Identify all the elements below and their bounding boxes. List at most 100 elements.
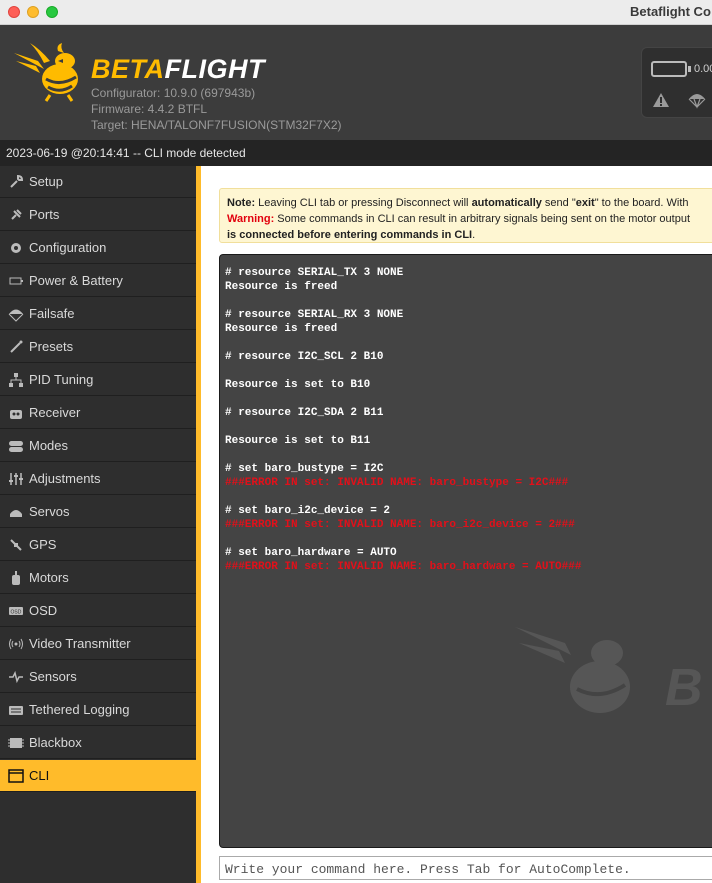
betaflight-bee-logo-icon xyxy=(14,43,78,102)
note-text: send " xyxy=(541,197,576,209)
sidebar-item-label: Configuration xyxy=(29,240,107,255)
sidebar-item-label: Ports xyxy=(29,207,60,222)
sidebar-item-label: GPS xyxy=(29,537,57,552)
window-titlebar: Betaflight Co xyxy=(0,0,712,25)
cli-error-line: ###ERROR IN set: INVALID NAME: baro_bust… xyxy=(225,477,569,489)
pulse-icon xyxy=(8,669,24,685)
sidebar-item-label: Presets xyxy=(29,339,74,354)
cli-output-line: Resource is freed xyxy=(225,281,338,293)
brand-part-beta: BETA xyxy=(91,54,165,84)
note-text: " to the board. With xyxy=(594,197,689,209)
maximize-window-button[interactable] xyxy=(46,6,58,18)
sidebar-item-receiver[interactable]: Receiver xyxy=(0,397,196,429)
warning-text: Some commands in CLI can result in arbit… xyxy=(274,213,691,225)
cli-note-banner: Note: Leaving CLI tab or pressing Discon… xyxy=(219,188,712,243)
sidebar-item-gps[interactable]: GPS xyxy=(0,529,196,561)
sidebar-item-tethered-logging[interactable]: Tethered Logging xyxy=(0,694,196,726)
sidebar-item-label: Tethered Logging xyxy=(29,702,130,717)
configurator-version: Configurator: 10.9.0 (697943b) xyxy=(91,86,256,100)
sensor-status-panel: 0.00 xyxy=(641,47,712,118)
sidebar-item-ports[interactable]: Ports xyxy=(0,199,196,231)
sidebar-nav: Setup Ports Configuration Power & Battery Fa… xyxy=(0,166,196,883)
battery-icon xyxy=(651,61,691,77)
warning-label: Warning: xyxy=(227,213,275,225)
cli-output-line: # resource I2C_SDA 2 B11 xyxy=(225,407,384,419)
svg-text:OSD: OSD xyxy=(11,609,22,615)
sidebar-item-presets[interactable]: Presets xyxy=(0,331,196,363)
note-text: Leaving CLI tab or pressing Disconnect w… xyxy=(255,197,472,209)
window-title: Betaflight Co xyxy=(630,4,711,19)
receiver-icon xyxy=(8,405,24,421)
warning-bold: is connected before entering commands in… xyxy=(227,229,473,241)
blackbox-icon xyxy=(8,735,24,751)
sidebar-item-label: Motors xyxy=(29,570,69,585)
cli-output-line: # resource SERIAL_TX 3 NONE xyxy=(225,267,404,279)
keyboard-icon xyxy=(8,702,24,718)
parachute-icon xyxy=(688,94,706,109)
sidebar-item-power-battery[interactable]: Power & Battery xyxy=(0,265,196,297)
sidebar-item-blackbox[interactable]: Blackbox xyxy=(0,727,196,759)
cli-error-line: ###ERROR IN set: INVALID NAME: baro_i2c_… xyxy=(225,519,575,531)
sidebar-item-label: Receiver xyxy=(29,405,81,420)
sidebar-item-pid-tuning[interactable]: PID Tuning xyxy=(0,364,196,396)
cli-output-line: # set baro_i2c_device = 2 xyxy=(225,505,391,517)
sidebar-item-configuration[interactable]: Configuration xyxy=(0,232,196,264)
cli-output-line: # set baro_bustype = I2C xyxy=(225,463,384,475)
sidebar-item-label: OSD xyxy=(29,603,58,618)
brand-part-flight: FLIGHT xyxy=(164,54,265,84)
battery-voltage: 0.00 xyxy=(694,63,712,75)
app-header: BETAFLIGHT Configurator: 10.9.0 (697943b… xyxy=(0,25,712,140)
note-line: Note: Leaving CLI tab or pressing Discon… xyxy=(227,195,712,211)
warning-icon xyxy=(653,93,669,107)
sidebar-item-label: Sensors xyxy=(29,669,77,684)
sidebar-item-label: Servos xyxy=(29,504,70,519)
motor-icon xyxy=(8,570,24,586)
cli-output-window[interactable]: B # resource SERIAL_TX 3 NONE Resource is… xyxy=(219,254,712,848)
note-bold: automatically xyxy=(471,197,542,209)
status-message: 2023-06-19 @20:14:41 -- CLI mode detecte… xyxy=(0,140,712,166)
sidebar-item-modes[interactable]: Modes xyxy=(0,430,196,462)
sidebar-item-sensors[interactable]: Sensors xyxy=(0,661,196,693)
sidebar-item-osd[interactable]: OSD OSD xyxy=(0,595,196,627)
battery-icon xyxy=(8,273,24,289)
cli-output-line: # set baro_hardware = AUTO xyxy=(225,547,397,559)
wrench-icon xyxy=(8,174,24,190)
cli-output-line: Resource is freed xyxy=(225,323,338,335)
sidebar-item-setup[interactable]: Setup xyxy=(0,166,196,198)
magic-wand-icon xyxy=(8,339,24,355)
cli-error-line: ###ERROR IN set: INVALID NAME: baro_hard… xyxy=(225,561,582,573)
sidebar-item-label: Power & Battery xyxy=(29,273,123,288)
plug-icon xyxy=(8,207,24,223)
close-window-button[interactable] xyxy=(8,6,20,18)
sidebar-item-label: Blackbox xyxy=(29,735,82,750)
sidebar-item-label: CLI xyxy=(29,768,50,783)
sidebar-item-cli[interactable]: CLI xyxy=(0,760,196,792)
warning-line-2: is connected before entering commands in… xyxy=(227,227,712,242)
servo-icon xyxy=(8,504,24,520)
sliders-icon xyxy=(8,471,24,487)
cli-output-line: # resource SERIAL_RX 3 NONE xyxy=(225,309,404,321)
warning-end: . xyxy=(472,229,476,241)
minimize-window-button[interactable] xyxy=(27,6,39,18)
sidebar-item-servos[interactable]: Servos xyxy=(0,496,196,528)
warning-line: Warning: Some commands in CLI can result… xyxy=(227,211,712,227)
sidebar-item-failsafe[interactable]: Failsafe xyxy=(0,298,196,330)
sidebar-item-label: Setup xyxy=(29,174,63,189)
note-label: Note: xyxy=(227,197,256,209)
gear-icon xyxy=(8,240,24,256)
cli-output-line: # resource I2C_SCL 2 B10 xyxy=(225,351,384,363)
sidebar-item-video-transmitter[interactable]: Video Transmitter xyxy=(0,628,196,660)
sidebar-item-label: Adjustments xyxy=(29,471,101,486)
cli-output-line: Resource is set to B10 xyxy=(225,379,371,391)
cli-output-line: Resource is set to B11 xyxy=(225,435,371,447)
satellite-icon xyxy=(8,537,24,553)
cli-tab-content: Note: Leaving CLI tab or pressing Discon… xyxy=(201,166,712,883)
sidebar-item-adjustments[interactable]: Adjustments xyxy=(0,463,196,495)
cli-command-input[interactable] xyxy=(219,856,712,880)
sidebar-item-motors[interactable]: Motors xyxy=(0,562,196,594)
svg-text:B: B xyxy=(665,659,703,717)
parachute-icon xyxy=(8,306,24,322)
pid-icon xyxy=(8,372,24,388)
broadcast-icon xyxy=(8,636,24,652)
note-exit-word: exit xyxy=(575,197,595,209)
